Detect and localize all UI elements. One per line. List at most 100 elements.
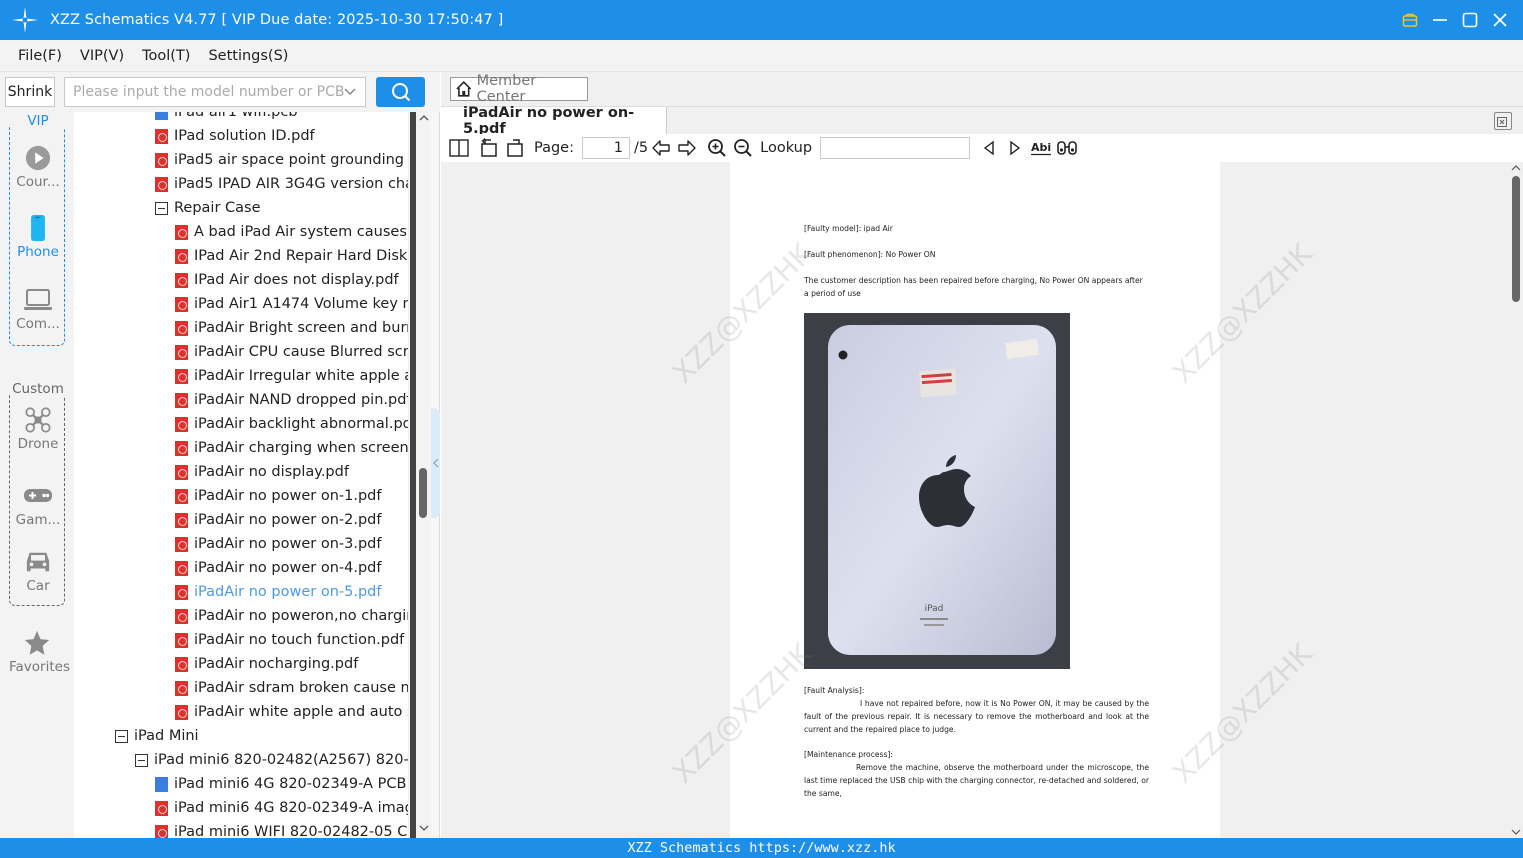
- close-tabs-button[interactable]: [1494, 112, 1512, 130]
- tree-item[interactable]: iPadAir no power on-5.pdf: [175, 580, 408, 604]
- tree-item[interactable]: iPad mini6 4G 820-02349-A image: [155, 796, 408, 820]
- find-all-button[interactable]: [1054, 135, 1080, 161]
- zoom-out-button[interactable]: [730, 135, 756, 161]
- chevron-down-icon[interactable]: [343, 84, 357, 100]
- next-page-button[interactable]: [674, 135, 700, 161]
- menu-tool[interactable]: Tool(T): [142, 48, 190, 64]
- tree-item-label: iPad mini6 WIFI 820-02482-05 Con: [174, 824, 408, 838]
- tree-folder[interactable]: iPad mini6 820-02482(A2567) 820-023: [135, 748, 408, 772]
- scroll-down-icon[interactable]: [419, 824, 429, 835]
- maximize-button[interactable]: [1461, 11, 1479, 29]
- zoom-in-button[interactable]: [704, 135, 730, 161]
- find-next-button[interactable]: [1002, 135, 1028, 161]
- menu-file[interactable]: File(F): [18, 48, 62, 64]
- shrink-button[interactable]: Shrink: [5, 77, 55, 107]
- viewer-pane: Member Center iPadAir no power on-5.pdf …: [441, 72, 1523, 838]
- tree-folder[interactable]: Repair Case: [155, 196, 408, 220]
- tree-scrollbar[interactable]: [408, 112, 431, 838]
- tree-item[interactable]: iPadAir Irregular white apple ar: [175, 364, 408, 388]
- pdf-file-icon: [175, 680, 188, 696]
- tree-item-label: iPadAir no power on-3.pdf: [194, 536, 382, 552]
- tree-item[interactable]: iPadAir sdram broken cause no: [175, 676, 408, 700]
- tree-item[interactable]: iPadAir no power on-1.pdf: [175, 484, 408, 508]
- sidebar-item-courses[interactable]: Cour...: [10, 145, 66, 190]
- vip-bag-icon[interactable]: [1401, 11, 1419, 29]
- tree-item[interactable]: iPad5 IPAD AIR 3G4G version chan: [155, 172, 408, 196]
- page-number-input[interactable]: 1: [582, 137, 630, 159]
- lookup-input[interactable]: [820, 137, 971, 159]
- tree-item[interactable]: IPad Air 2nd Repair Hard Disk W: [175, 244, 408, 268]
- search-button[interactable]: [376, 77, 425, 107]
- tree-item-label: iPad5 IPAD AIR 3G4G version chan: [174, 176, 408, 192]
- tree-item[interactable]: iPadAir no poweron,no chargin: [175, 604, 408, 628]
- sidebar-item-game[interactable]: Gam...: [10, 483, 66, 528]
- tree-item[interactable]: iPadAir backlight abnormal.pdf: [175, 412, 408, 436]
- tree-item[interactable]: IPad Air does not display.pdf: [175, 268, 408, 292]
- panel-splitter[interactable]: [431, 112, 440, 838]
- document-scrollbar[interactable]: [1509, 162, 1523, 838]
- toggle-sidebar-button[interactable]: [446, 135, 472, 161]
- match-case-button[interactable]: Abi: [1028, 135, 1054, 161]
- tree-item[interactable]: iPadAir no power on-3.pdf: [175, 532, 408, 556]
- document-scroll-thumb[interactable]: [1512, 176, 1520, 302]
- tree-item-label: iPadAir no power on-5.pdf: [194, 584, 382, 600]
- tree-item[interactable]: iPad Air1 A1474 Volume key mu: [175, 292, 408, 316]
- tree-item[interactable]: iPad5 air space point grounding co: [155, 148, 408, 172]
- rotate-right-button[interactable]: [502, 135, 528, 161]
- minimize-button[interactable]: [1431, 11, 1449, 29]
- tree-item[interactable]: iPadAir no display.pdf: [175, 460, 408, 484]
- search-input[interactable]: Please input the model number or PCB: [64, 77, 366, 107]
- member-center-button[interactable]: Member Center: [450, 73, 588, 105]
- pdf-file-icon: [155, 800, 168, 816]
- sidebar-item-drone[interactable]: Drone: [10, 407, 66, 452]
- tree-item[interactable]: iPad air1 wifi.pcb: [155, 112, 408, 124]
- document-area[interactable]: [Faulty model]: ipad Air [Fault phenomen…: [441, 162, 1523, 838]
- home-icon: [456, 81, 472, 97]
- page-label: Page:: [534, 140, 574, 156]
- tree-item-label: iPadAir no power on-1.pdf: [194, 488, 382, 504]
- tree-item[interactable]: iPadAir no power on-2.pdf: [175, 508, 408, 532]
- sidebar-item-car[interactable]: Car: [10, 549, 66, 594]
- tree-item[interactable]: iPadAir white apple and auto sh: [175, 700, 408, 724]
- tree-scroll-thumb[interactable]: [419, 468, 427, 518]
- scroll-up-icon[interactable]: [419, 114, 429, 125]
- tree-item[interactable]: iPadAir Bright screen and burni: [175, 316, 408, 340]
- menu-bar: File(F) VIP(V) Tool(T) Settings(S): [0, 40, 1523, 72]
- tree-item[interactable]: IPad solution ID.pdf: [155, 124, 408, 148]
- tree-item[interactable]: iPadAir NAND dropped pin.pdf: [175, 388, 408, 412]
- collapse-toggle-icon[interactable]: [115, 729, 128, 743]
- tree-item[interactable]: iPadAir charging when screen li: [175, 436, 408, 460]
- menu-settings[interactable]: Settings(S): [208, 48, 288, 64]
- tree-item[interactable]: iPadAir nocharging.pdf: [175, 652, 408, 676]
- collapse-toggle-icon[interactable]: [135, 753, 148, 767]
- tree-item-label: IPad Air does not display.pdf: [194, 272, 399, 288]
- close-button[interactable]: [1491, 11, 1509, 29]
- sidebar-item-label: Cour...: [16, 174, 60, 190]
- tree-item-label: iPadAir nocharging.pdf: [194, 656, 359, 672]
- tree-item[interactable]: A bad iPad Air system causes a: [175, 220, 408, 244]
- arrow-right-icon: [678, 140, 696, 156]
- tree-folder[interactable]: iPad Mini: [115, 724, 408, 748]
- pdf-file-icon: [175, 416, 188, 432]
- phone-icon: [31, 215, 45, 241]
- tree-item[interactable]: iPadAir no power on-4.pdf: [175, 556, 408, 580]
- menu-vip[interactable]: VIP(V): [80, 48, 124, 64]
- tree-item[interactable]: iPad mini6 WIFI 820-02482-05 Con: [155, 820, 408, 838]
- tree-item[interactable]: iPadAir no touch function.pdf: [175, 628, 408, 652]
- find-previous-button[interactable]: [976, 135, 1002, 161]
- pdf-file-icon: [175, 512, 188, 528]
- triangle-right-icon: [1010, 140, 1021, 156]
- tree-item[interactable]: iPad mini6 4G 820-02349-A PCB la: [155, 772, 408, 796]
- rotate-right-icon: [507, 139, 523, 157]
- collapse-toggle-icon[interactable]: [155, 201, 168, 215]
- sidebar-item-computer[interactable]: Com...: [10, 287, 66, 332]
- scroll-down-icon[interactable]: [1511, 828, 1521, 836]
- tree-item[interactable]: iPadAir CPU cause Blurred scree: [175, 340, 408, 364]
- scroll-up-icon[interactable]: [1511, 164, 1521, 172]
- sidebar-item-favorites[interactable]: Favorites: [9, 630, 70, 675]
- rotate-left-button[interactable]: [476, 135, 502, 161]
- sidebar-item-phone[interactable]: Phone: [10, 215, 66, 260]
- previous-page-button[interactable]: [648, 135, 674, 161]
- collapse-handle[interactable]: [431, 408, 440, 518]
- tab-document[interactable]: iPadAir no power on-5.pdf: [441, 105, 667, 137]
